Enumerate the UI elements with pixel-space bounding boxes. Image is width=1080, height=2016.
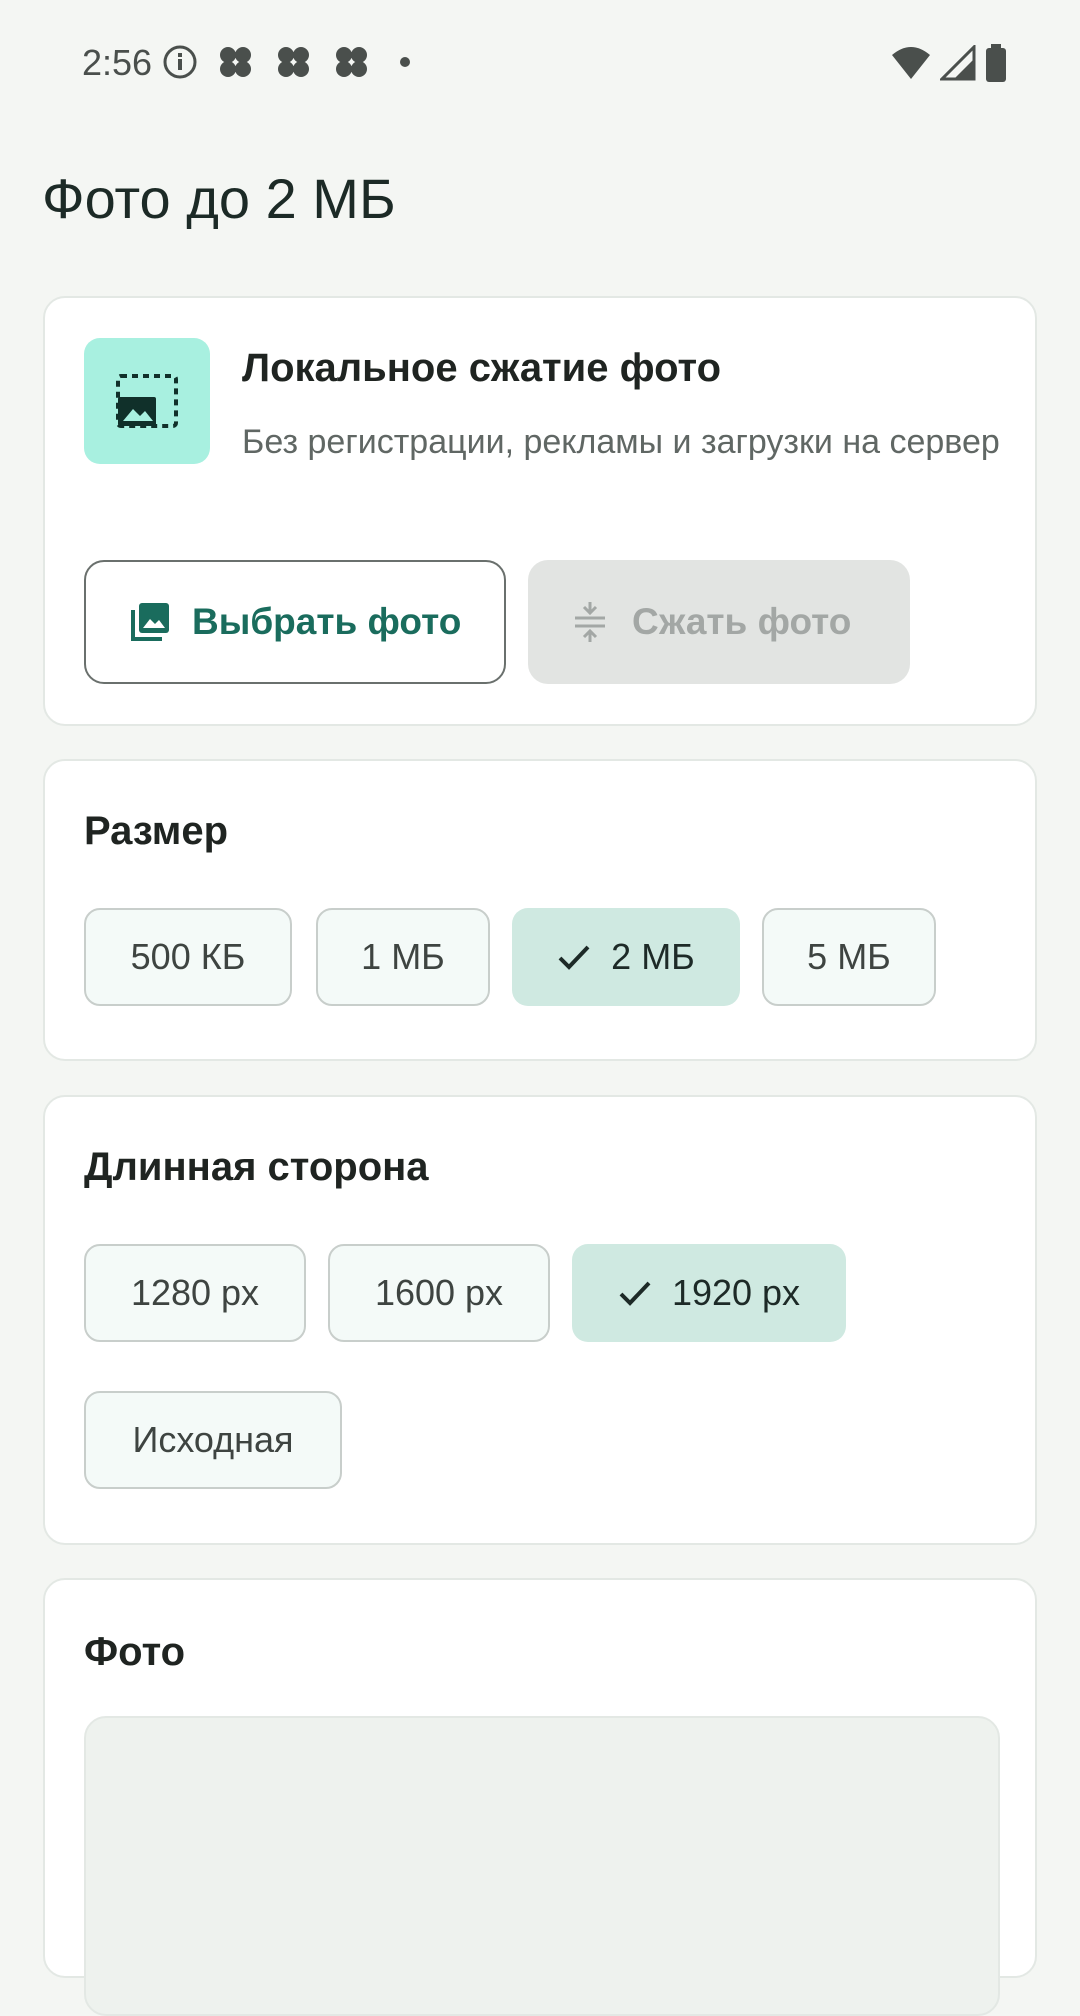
status-time: 2:56 <box>82 42 153 83</box>
compress-photo-button[interactable]: Сжать фото <box>528 560 910 684</box>
photo-card: Фото <box>43 1578 1037 2016</box>
chip-label: 2 МБ <box>611 936 695 977</box>
intro-card: Локальное сжатие фото Без регистрации, р… <box>43 296 1037 726</box>
gallery-icon <box>131 603 169 641</box>
choose-photo-button[interactable]: Выбрать фото <box>84 560 506 684</box>
side-chip-1600[interactable]: 1600 px <box>328 1244 550 1342</box>
intro-subtitle: Без регистрации, рекламы и загрузки на с… <box>242 423 1000 461</box>
chip-label: 1920 px <box>671 1272 801 1313</box>
chip-label: 1280 px <box>130 1272 260 1313</box>
status-bar: 2:56 <box>0 0 1080 130</box>
size-chip-2mb[interactable]: 2 МБ <box>512 908 740 1006</box>
intro-title: Локальное сжатие фото <box>242 346 722 390</box>
notification-icon <box>278 47 309 77</box>
status-left-icons <box>162 44 420 80</box>
side-chip-original[interactable]: Исходная <box>84 1391 342 1489</box>
choose-photo-label: Выбрать фото <box>192 601 462 642</box>
side-chip-1920[interactable]: 1920 px <box>572 1244 846 1342</box>
long-side-section-title: Длинная сторона <box>84 1145 429 1189</box>
intro-icon-tile <box>84 338 210 464</box>
dot-icon <box>400 57 410 67</box>
info-icon <box>163 45 197 79</box>
size-card: Размер 500 КБ 1 МБ 2 МБ 5 МБ <box>43 759 1037 1061</box>
size-chip-1mb[interactable]: 1 МБ <box>316 908 490 1006</box>
chip-label: 1 МБ <box>361 936 445 977</box>
chip-label: Исходная <box>132 1419 294 1460</box>
battery-icon <box>986 44 1006 82</box>
size-chip-500kb[interactable]: 500 КБ <box>84 908 292 1006</box>
notification-icon <box>220 47 251 77</box>
photo-section-title: Фото <box>84 1630 186 1674</box>
chip-label: 5 МБ <box>807 936 891 977</box>
size-section-title: Размер <box>84 809 229 853</box>
page-title: Фото до 2 МБ <box>42 167 396 230</box>
signal-icon <box>940 45 976 81</box>
side-chip-1280[interactable]: 1280 px <box>84 1244 306 1342</box>
compress-photo-label: Сжать фото <box>632 601 852 642</box>
notification-icon <box>336 47 367 77</box>
wifi-icon <box>892 47 930 79</box>
photo-preview-area <box>84 1716 1000 2016</box>
chip-label: 500 КБ <box>130 936 246 977</box>
size-chip-5mb[interactable]: 5 МБ <box>762 908 936 1006</box>
check-icon <box>558 945 590 970</box>
long-side-card: Длинная сторона 1280 px 1600 px 1920 px … <box>43 1095 1037 1545</box>
chip-label: 1600 px <box>374 1272 504 1313</box>
check-icon <box>619 1281 651 1306</box>
photo-compress-icon <box>116 374 178 428</box>
status-right-icons <box>890 44 1008 82</box>
compress-icon <box>575 602 605 642</box>
